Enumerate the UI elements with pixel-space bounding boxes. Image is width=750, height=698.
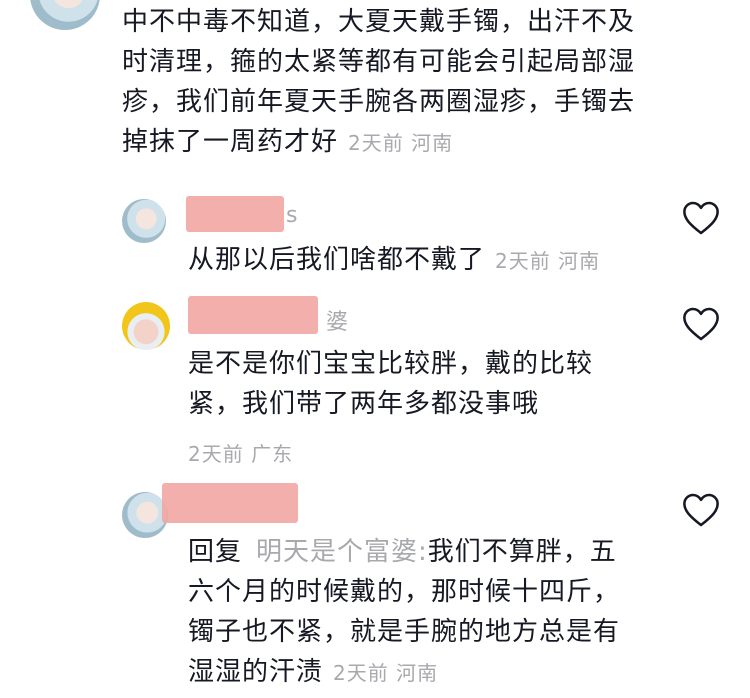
username-tail[interactable]: s — [286, 203, 297, 228]
comment-line-text: 掉抹了一周药才好 — [122, 127, 339, 157]
reply-time: 2天前 — [188, 442, 244, 466]
avatar[interactable] — [122, 302, 170, 350]
reply-line: 回复 明天是个富婆:我们不算胖，五 — [188, 532, 668, 572]
redacted-username — [162, 483, 298, 523]
reply-time: 2天前 — [333, 661, 389, 685]
reply-line: 紧，我们带了两年多都没事哦 — [188, 389, 540, 419]
reply-line: 镯子也不紧，就是手腕的地方总是有 — [188, 617, 621, 647]
reply-text-content: 从那以后我们啥都不戴了 — [188, 245, 486, 275]
reply-line: 湿湿的汗渍 2天前 河南 — [188, 652, 668, 693]
reply-text: 回复 明天是个富婆:我们不算胖，五 六个月的时候戴的，那时候十四斤， 镯子也不紧，… — [188, 532, 668, 693]
reply-line-text: 我们不算胖，五 — [427, 537, 617, 567]
comment-line: 疹，我们前年夏天手腕各两圈湿疹，手镯去 — [122, 87, 636, 117]
comment-time: 2天前 — [348, 131, 404, 155]
reply-line: 六个月的时候戴的，那时候十四斤， — [188, 577, 621, 607]
reply-time: 2天前 — [495, 249, 551, 273]
reply-location: 河南 — [558, 249, 601, 273]
avatar[interactable] — [122, 199, 166, 243]
reply-prefix: 回复 — [188, 537, 243, 567]
reply-location: 河南 — [396, 661, 439, 685]
redacted-username — [186, 196, 284, 232]
heart-outline-icon — [683, 307, 719, 341]
reply-location: 广东 — [251, 442, 294, 466]
like-button[interactable] — [682, 200, 720, 236]
comment-text: 中不中毒不知道，大夏天戴手镯，出汗不及 时清理，箍的太紧等都有可能会引起局部湿 … — [122, 2, 682, 163]
reply-meta: 2天前 广东 — [188, 438, 293, 467]
avatar[interactable] — [30, 0, 100, 30]
comment-line: 掉抹了一周药才好 2天前 河南 — [122, 122, 682, 163]
comment-line: 时清理，箍的太紧等都有可能会引起局部湿 — [122, 47, 636, 77]
reply-to-username[interactable]: 明天是个富婆: — [256, 537, 428, 567]
like-button[interactable] — [682, 492, 720, 528]
heart-outline-icon — [683, 201, 719, 235]
comment-line: 中不中毒不知道，大夏天戴手镯，出汗不及 — [122, 7, 636, 37]
username-tail[interactable]: 婆 — [326, 304, 348, 336]
reply-line: 是不是你们宝宝比较胖，戴的比较 — [188, 349, 594, 379]
comment-location: 河南 — [411, 131, 454, 155]
reply-text: 是不是你们宝宝比较胖，戴的比较 紧，我们带了两年多都没事哦 — [188, 344, 668, 424]
like-button[interactable] — [682, 306, 720, 342]
heart-outline-icon — [683, 493, 719, 527]
reply-text: 从那以后我们啥都不戴了 2天前 河南 — [188, 240, 600, 281]
redacted-username — [188, 296, 318, 334]
reply-line-text: 湿湿的汗渍 — [188, 657, 324, 687]
